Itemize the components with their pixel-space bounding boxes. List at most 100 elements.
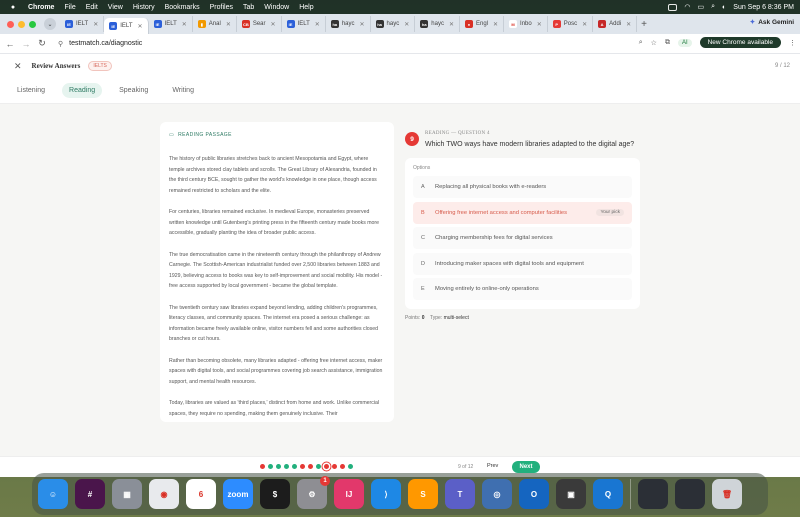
browser-tab[interactable]: IE IELT ✕	[60, 16, 105, 32]
menu-app[interactable]: Chrome	[28, 4, 54, 11]
dock-launchpad-icon[interactable]: ▦	[112, 479, 142, 509]
search-icon[interactable]: ⌕	[711, 3, 715, 11]
browser-tab[interactable]: IE IELT ✕	[104, 18, 149, 34]
tab-listening[interactable]: Listening	[10, 83, 52, 98]
option-b[interactable]: B Offering free internet access and comp…	[413, 201, 632, 224]
option-c[interactable]: C Charging membership fees for digital s…	[413, 227, 632, 249]
menu-edit[interactable]: Edit	[86, 4, 98, 11]
tab-close-icon[interactable]: ✕	[537, 21, 542, 28]
back-button[interactable]: ←	[4, 39, 16, 49]
new-chrome-button[interactable]: New Chrome available	[699, 37, 781, 48]
option-d[interactable]: D Introducing maker spaces with digital …	[413, 252, 632, 275]
browser-tab[interactable]: M Inbo ✕	[504, 16, 548, 32]
question-dot[interactable]	[340, 464, 345, 469]
browser-tab[interactable]: ha hayc ✕	[371, 16, 416, 32]
question-dot[interactable]	[316, 464, 321, 469]
browser-tab[interactable]: ▮ Anal ✕	[193, 16, 237, 32]
dock-terminal-icon[interactable]: $	[260, 479, 290, 509]
browser-tab[interactable]: P Posc ✕	[548, 16, 594, 32]
browser-tab[interactable]: A Addi ✕	[593, 16, 638, 32]
dock-vscode-icon[interactable]: ⟩	[371, 479, 401, 509]
reload-button[interactable]: ↻	[36, 38, 48, 49]
tab-close-icon[interactable]: ✕	[626, 21, 631, 28]
browser-tab[interactable]: IE IELT ✕	[282, 16, 326, 32]
browser-tab[interactable]: IE IELT ✕	[149, 16, 193, 32]
more-menu-icon[interactable]: ⋮	[789, 39, 796, 47]
dock-system-settings-icon[interactable]: ⚙ 1	[297, 476, 330, 509]
menu-file[interactable]: File	[64, 4, 75, 11]
tab-close-icon[interactable]: ✕	[138, 23, 143, 30]
apple-icon[interactable]: ●	[8, 4, 18, 11]
dock-teams-icon[interactable]: T	[445, 479, 475, 509]
menu-bookmarks[interactable]: Bookmarks	[165, 4, 200, 11]
reading-passage-panel[interactable]: ▭ READING PASSAGE The history of public …	[160, 122, 394, 422]
tab-close-icon[interactable]: ✕	[360, 21, 365, 28]
menu-help[interactable]: Help	[299, 4, 313, 11]
zoom-window-button[interactable]	[29, 20, 36, 28]
dock-window-thumb-1-icon[interactable]	[638, 479, 668, 509]
tab-speaking[interactable]: Speaking	[112, 83, 155, 98]
tab-close-icon[interactable]: ✕	[493, 21, 498, 28]
dock-outlook-icon[interactable]: O	[519, 479, 549, 509]
question-dot[interactable]	[348, 464, 353, 469]
new-tab-button[interactable]: +	[641, 19, 647, 30]
option-e[interactable]: E Moving entirely to online-only operati…	[413, 278, 632, 300]
tab-close-icon[interactable]: ✕	[182, 21, 187, 28]
ai-badge[interactable]: AI	[677, 38, 692, 47]
dock-chrome-icon[interactable]: ◉	[149, 479, 179, 509]
wifi-icon[interactable]: ◠	[684, 3, 690, 11]
dock-calendar-icon[interactable]: 6	[186, 479, 216, 509]
next-button[interactable]: Next	[512, 461, 540, 473]
dock-intellij-icon[interactable]: IJ	[334, 479, 364, 509]
control-center-icon[interactable]: ◐	[722, 4, 726, 11]
tab-close-icon[interactable]: ✕	[271, 21, 276, 28]
address-bar[interactable]: ⚲ testmatch.ca/diagnostic	[58, 40, 142, 48]
close-icon[interactable]: ✕	[14, 61, 22, 72]
tab-close-icon[interactable]: ✕	[93, 21, 98, 28]
browser-tab[interactable]: CB Sear ✕	[237, 16, 282, 32]
browser-tab[interactable]: ha hayc ✕	[415, 16, 460, 32]
battery-icon[interactable]: ▭	[698, 3, 705, 11]
tab-reading[interactable]: Reading	[62, 83, 103, 98]
menu-tab[interactable]: Tab	[243, 4, 254, 11]
screen-record-icon[interactable]	[668, 3, 678, 11]
option-a[interactable]: A Replacing all physical books with e-re…	[413, 176, 632, 198]
dock-zoom-icon[interactable]: zoom	[223, 479, 253, 509]
menu-window[interactable]: Window	[264, 4, 289, 11]
prev-button[interactable]: Prev	[487, 463, 498, 469]
extensions-icon[interactable]: ⧉	[665, 39, 670, 47]
ask-gemini-button[interactable]: ✦ Ask Gemini	[750, 18, 794, 27]
site-info-icon[interactable]: ⚲	[58, 40, 63, 48]
zoom-icon[interactable]: ⌕	[639, 39, 643, 47]
question-dot[interactable]	[308, 464, 313, 469]
tab-close-icon[interactable]: ✕	[404, 21, 409, 28]
dock-sublime-icon[interactable]: S	[408, 479, 438, 509]
browser-tab[interactable]: ha hayc ✕	[326, 16, 371, 32]
dock-database-icon[interactable]: ◎	[482, 479, 512, 509]
menubar-clock[interactable]: Sun Sep 6 8:36 PM	[733, 4, 794, 11]
tab-close-icon[interactable]: ✕	[449, 21, 454, 28]
dock-virtualbox-icon[interactable]: ▣	[556, 479, 586, 509]
question-dot[interactable]	[324, 464, 329, 469]
dock-trash-icon[interactable]: 🗑	[712, 479, 742, 509]
tab-close-icon[interactable]: ✕	[315, 21, 320, 28]
dock-slack-icon[interactable]: #	[75, 479, 105, 509]
dock-finder-icon[interactable]: ☺	[38, 479, 68, 509]
close-window-button[interactable]	[7, 20, 14, 28]
question-dot[interactable]	[332, 464, 337, 469]
menu-history[interactable]: History	[133, 4, 155, 11]
minimize-window-button[interactable]	[18, 20, 25, 28]
tab-search-icon[interactable]: ⌄	[44, 18, 56, 30]
bookmark-star-icon[interactable]: ☆	[651, 39, 657, 47]
question-dot[interactable]	[260, 464, 265, 469]
tab-close-icon[interactable]: ✕	[582, 21, 587, 28]
question-dot[interactable]	[300, 464, 305, 469]
question-dot[interactable]	[284, 464, 289, 469]
browser-tab[interactable]: ● Engl ✕	[460, 16, 505, 32]
tab-writing[interactable]: Writing	[165, 83, 201, 98]
question-dot[interactable]	[276, 464, 281, 469]
forward-button[interactable]: →	[20, 39, 32, 49]
tab-close-icon[interactable]: ✕	[226, 21, 231, 28]
dock-window-thumb-2-icon[interactable]	[675, 479, 705, 509]
question-dot[interactable]	[268, 464, 273, 469]
